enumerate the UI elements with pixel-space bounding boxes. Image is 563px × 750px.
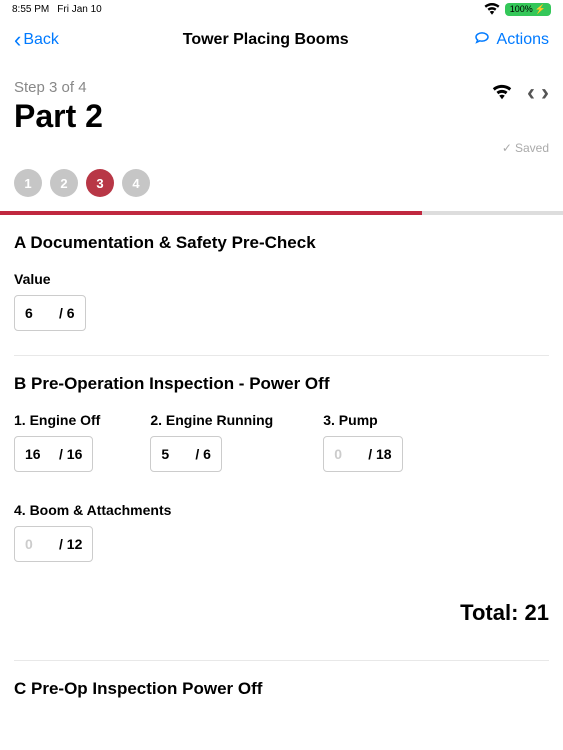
- section-b-field-1: 2. Engine Running 5/ 6: [150, 412, 273, 472]
- step-dots: 1234: [0, 155, 563, 211]
- next-step-button[interactable]: ›: [541, 79, 549, 107]
- nav-bar: ‹ Back Tower Placing Booms Actions: [0, 18, 563, 61]
- battery-icon: 100% ⚡: [505, 3, 551, 16]
- status-bar: 8:55 PM Fri Jan 10 100% ⚡: [0, 0, 563, 18]
- field-input[interactable]: 5/ 6: [150, 436, 222, 472]
- actions-button[interactable]: Actions: [473, 28, 549, 51]
- section-b-field-3: 4. Boom & Attachments 0/ 12: [14, 502, 171, 562]
- field-input[interactable]: 0/ 18: [323, 436, 402, 472]
- step-dot-3[interactable]: 3: [86, 169, 114, 197]
- total-row: Total: 21: [0, 582, 563, 636]
- field-label: 3. Pump: [323, 412, 402, 428]
- progress-fill: [0, 211, 422, 215]
- page-title: Tower Placing Booms: [183, 31, 349, 49]
- status-date: Fri Jan 10: [57, 4, 101, 15]
- field-label: 2. Engine Running: [150, 412, 273, 428]
- prev-step-button[interactable]: ‹: [527, 79, 535, 107]
- check-icon: ✓: [502, 141, 512, 155]
- field-input[interactable]: 16/ 16: [14, 436, 93, 472]
- section-b-field-2: 3. Pump 0/ 18: [323, 412, 402, 472]
- wifi-icon: [483, 1, 501, 18]
- page-header: Step 3 of 4 Part 2 ‹ ›: [0, 61, 563, 135]
- field-label: 4. Boom & Attachments: [14, 502, 171, 518]
- section-b-field-0: 1. Engine Off 16/ 16: [14, 412, 100, 472]
- back-label: Back: [23, 31, 59, 49]
- back-button[interactable]: ‹ Back: [14, 29, 59, 51]
- step-dot-1[interactable]: 1: [14, 169, 42, 197]
- value-input[interactable]: 6 / 6: [14, 295, 86, 331]
- saved-label: Saved: [515, 141, 549, 155]
- status-time: 8:55 PM: [12, 4, 49, 15]
- value-label: Value: [14, 271, 86, 287]
- step-label: Step 3 of 4: [14, 79, 103, 96]
- section-b: B Pre-Operation Inspection - Power Off 1…: [0, 356, 563, 562]
- chevron-left-icon: ‹: [14, 29, 21, 51]
- chat-icon: [473, 28, 491, 51]
- step-dot-2[interactable]: 2: [50, 169, 78, 197]
- saved-indicator: ✓ Saved: [0, 141, 563, 155]
- section-c: C Pre-Op Inspection Power Off: [0, 661, 563, 699]
- actions-label: Actions: [497, 31, 549, 49]
- step-dot-4[interactable]: 4: [122, 169, 150, 197]
- section-a: A Documentation & Safety Pre-Check Value…: [0, 215, 563, 331]
- field-label: 1. Engine Off: [14, 412, 100, 428]
- field-input[interactable]: 0/ 12: [14, 526, 93, 562]
- section-a-title: A Documentation & Safety Pre-Check: [14, 233, 549, 253]
- section-b-title: B Pre-Operation Inspection - Power Off: [14, 374, 549, 394]
- wifi-icon: [491, 82, 513, 105]
- part-title: Part 2: [14, 98, 103, 135]
- section-c-title: C Pre-Op Inspection Power Off: [14, 679, 549, 699]
